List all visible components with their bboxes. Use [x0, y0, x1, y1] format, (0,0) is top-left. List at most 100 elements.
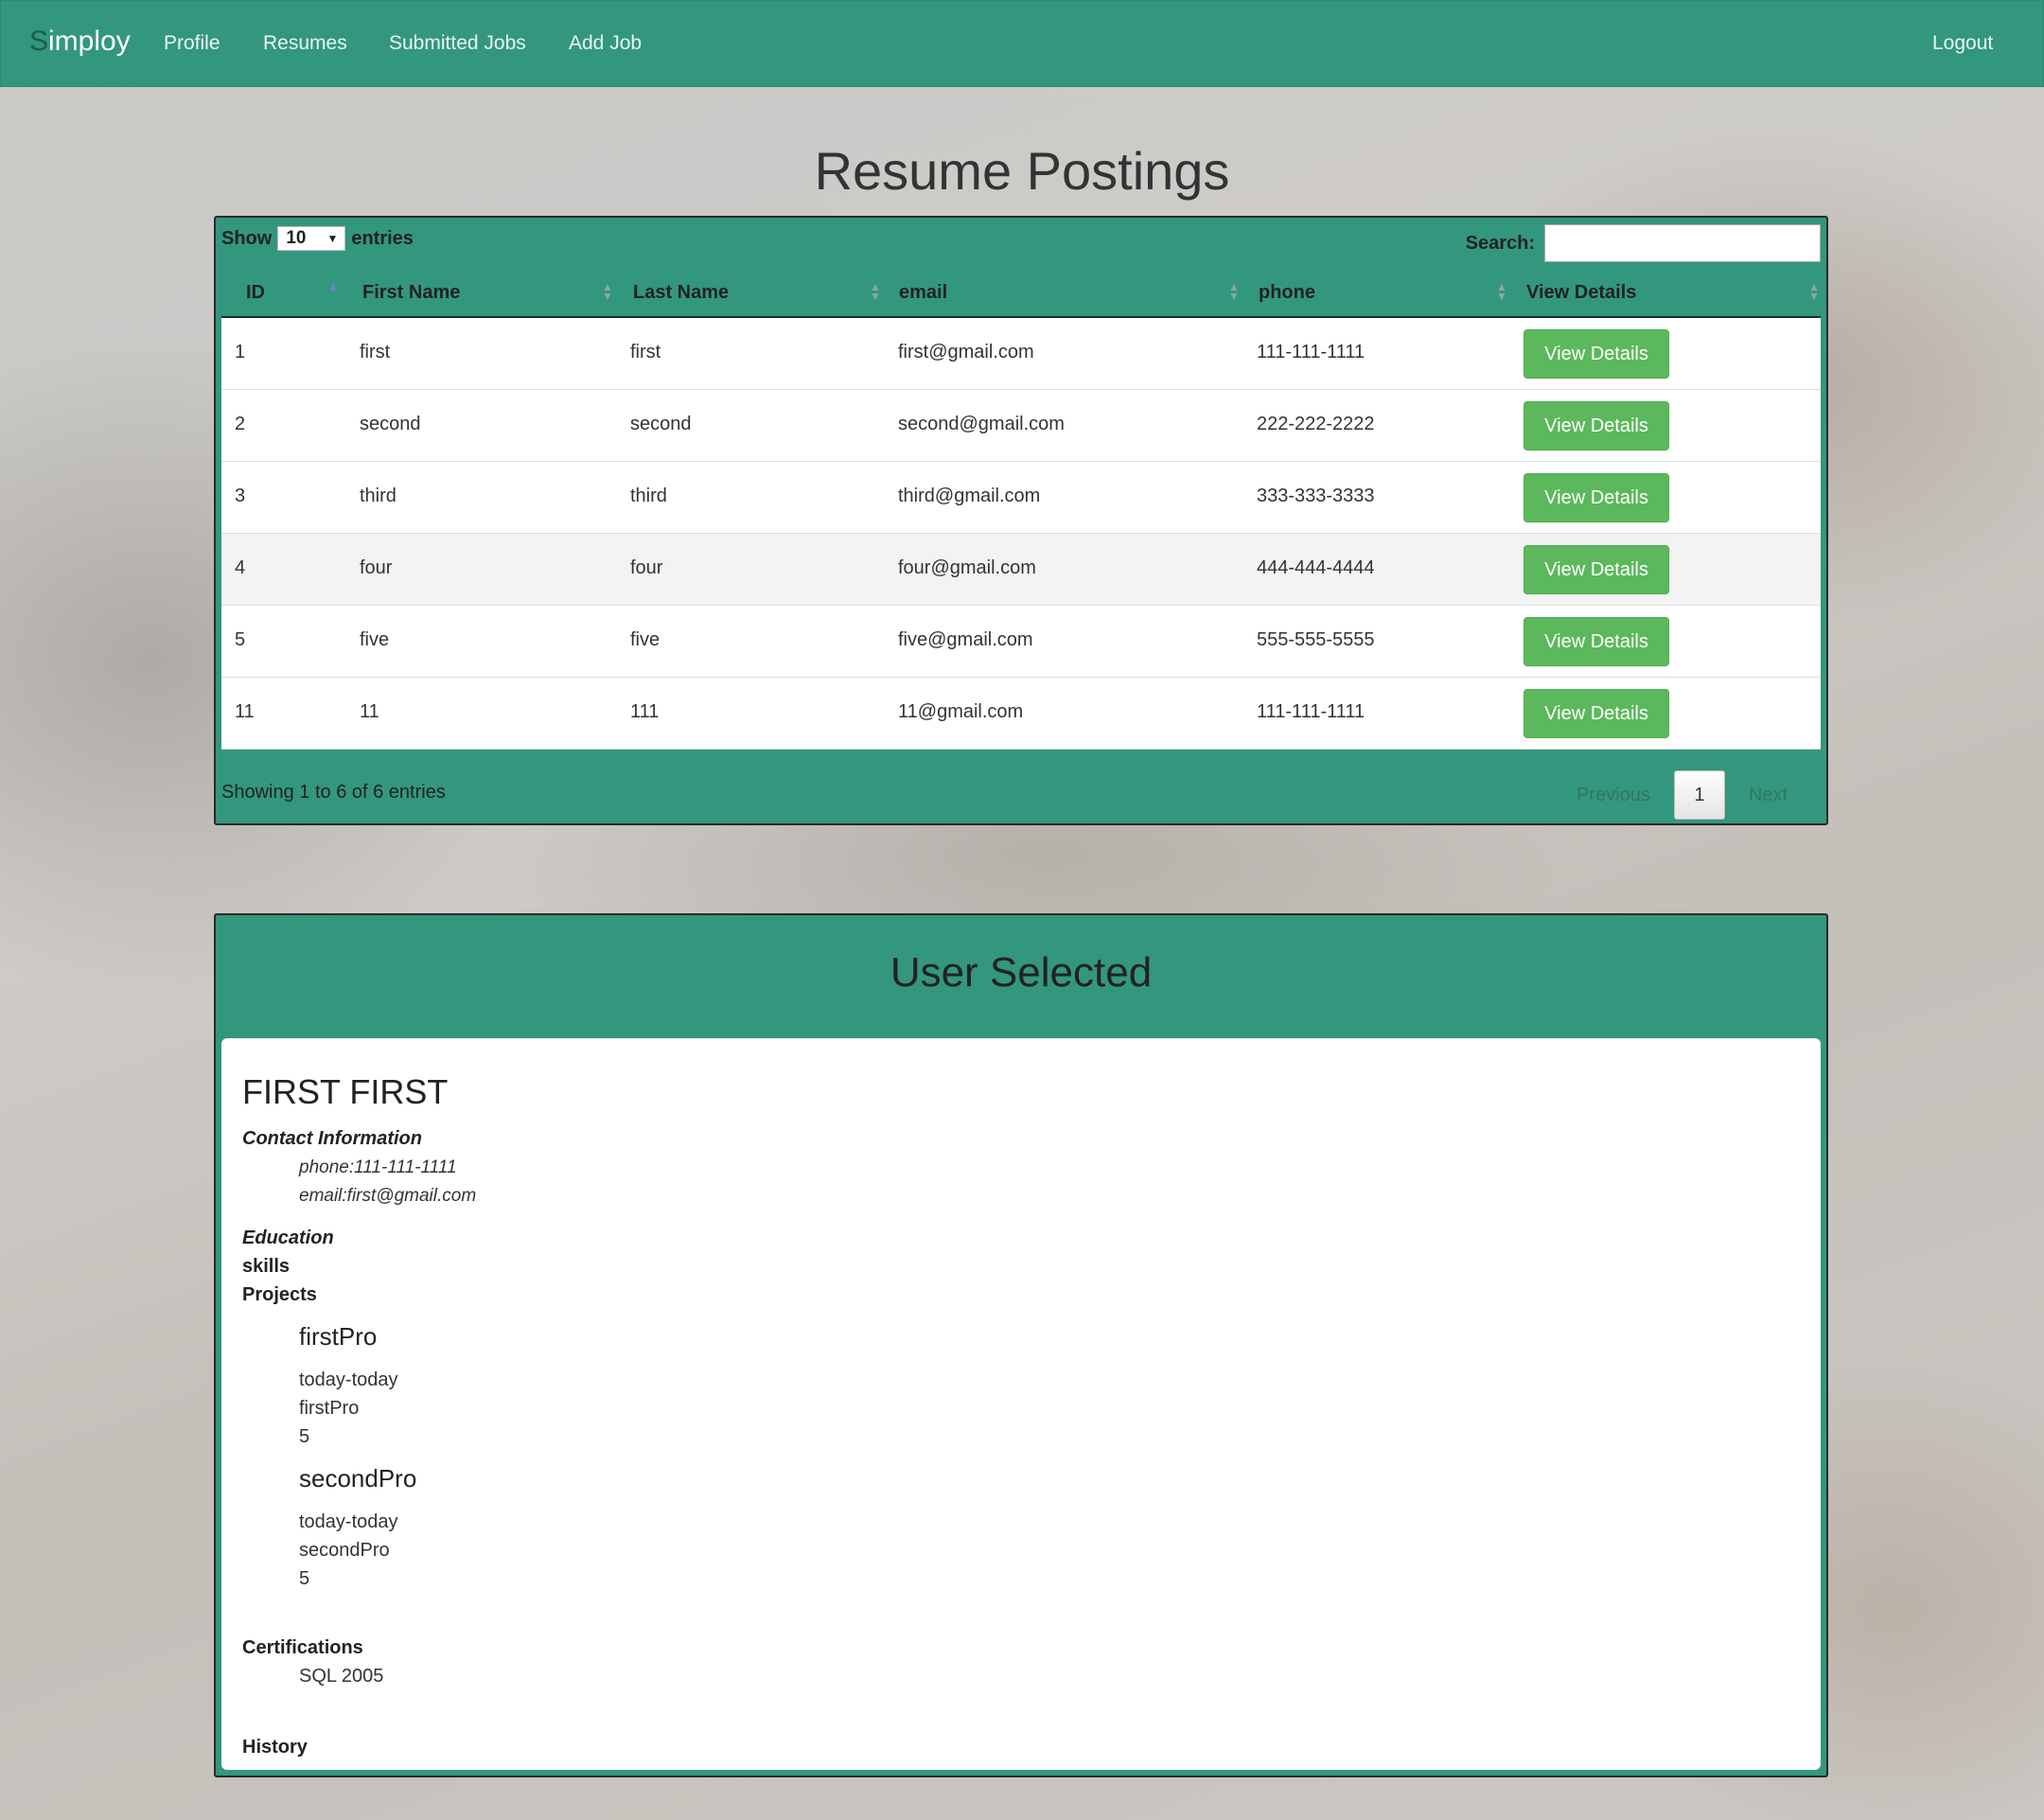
candidate-name: FIRST FIRST — [242, 1072, 449, 1111]
cell-first-name: second — [360, 414, 421, 434]
resume-detail: FIRST FIRST Contact Information phone:11… — [221, 1038, 1821, 1770]
cell-email: third@gmail.com — [898, 486, 1041, 506]
search-label: Search: — [1465, 232, 1535, 254]
cell-phone: 555-555-5555 — [1257, 629, 1375, 650]
contact-email: email:first@gmail.com — [299, 1186, 477, 1206]
cell-id: 5 — [235, 629, 246, 650]
nav-link-profile[interactable]: Profile — [164, 32, 220, 55]
cell-id: 11 — [235, 701, 255, 722]
cell-phone: 111-111-1111 — [1257, 701, 1366, 722]
cell-phone: 444-444-4444 — [1257, 557, 1375, 578]
cell-last-name: first — [630, 342, 661, 362]
project-name: firstPro — [299, 1322, 378, 1351]
column-header-last-name[interactable]: Last Name — [633, 282, 729, 304]
cell-last-name: third — [630, 486, 667, 506]
project-value: 5 — [299, 1568, 310, 1589]
cell-first-name: third — [360, 486, 396, 506]
certification-item: SQL 2005 — [299, 1666, 384, 1687]
sort-icon[interactable]: ▲ ▼ — [870, 281, 881, 302]
entries-label: entries — [351, 227, 414, 249]
project-description: secondPro — [299, 1540, 390, 1561]
project-dates: today-today — [299, 1511, 398, 1532]
cell-email: first@gmail.com — [898, 342, 1034, 362]
project-description: firstPro — [299, 1398, 360, 1419]
view-details-button[interactable]: View Details — [1524, 545, 1669, 594]
cell-id: 3 — [235, 486, 246, 506]
cell-first-name: four — [360, 557, 393, 578]
sort-icon[interactable]: ▲ ▼ — [1808, 281, 1820, 302]
cell-phone: 111-111-1111 — [1257, 342, 1366, 362]
certifications-heading: Certifications — [242, 1637, 363, 1658]
table-row: 4 four four four@gmail.com 444-444-4444 … — [221, 534, 1821, 606]
length-value: 10 — [286, 228, 307, 248]
next-page-button[interactable]: Next — [1725, 785, 1811, 806]
view-details-button[interactable]: View Details — [1524, 329, 1669, 379]
table-row: 2 second second second@gmail.com 222-222… — [221, 390, 1821, 462]
cell-phone: 333-333-3333 — [1257, 486, 1375, 506]
page-button-1[interactable]: 1 — [1673, 770, 1725, 820]
table-row: 1 first first first@gmail.com 111-111-11… — [221, 318, 1821, 390]
column-header-phone[interactable]: phone — [1259, 282, 1315, 304]
cell-last-name: second — [630, 414, 692, 434]
pagination: Previous 1 Next — [1553, 770, 1811, 820]
cell-first-name: five — [360, 629, 390, 650]
cell-email: four@gmail.com — [898, 557, 1036, 578]
previous-page-button[interactable]: Previous — [1553, 785, 1674, 806]
brand-name: imploy — [48, 26, 131, 57]
sort-icon[interactable]: ▲ ▼ — [1496, 281, 1507, 302]
cell-id: 1 — [235, 342, 246, 362]
brand-initial: S — [29, 26, 49, 57]
projects-heading: Projects — [242, 1284, 317, 1305]
search-input[interactable] — [1544, 224, 1821, 262]
view-details-button[interactable]: View Details — [1524, 689, 1669, 738]
navbar: Simploy Profile Resumes Submitted Jobs A… — [0, 0, 2044, 87]
cell-email: five@gmail.com — [898, 629, 1033, 650]
table-body: 1 first first first@gmail.com 111-111-11… — [221, 318, 1821, 750]
table-row: 3 third third third@gmail.com 333-333-33… — [221, 462, 1821, 534]
sort-icon[interactable]: ▲ — [327, 281, 339, 292]
user-selected-panel: User Selected FIRST FIRST Contact Inform… — [214, 913, 1828, 1777]
page-title: Resume Postings — [814, 141, 1230, 201]
education-heading: Education — [242, 1228, 334, 1248]
cell-first-name: first — [360, 342, 391, 362]
project-value: 5 — [299, 1426, 310, 1447]
cell-last-name: five — [630, 629, 661, 650]
history-heading: History — [242, 1737, 308, 1758]
cell-last-name: 111 — [630, 701, 660, 722]
cell-phone: 222-222-2222 — [1257, 414, 1375, 434]
sort-icon[interactable]: ▲ ▼ — [602, 281, 613, 302]
contact-heading: Contact Information — [242, 1128, 422, 1149]
user-selected-title: User Selected — [890, 949, 1153, 996]
view-details-button[interactable]: View Details — [1524, 401, 1669, 451]
view-details-button[interactable]: View Details — [1524, 473, 1669, 522]
length-control: Show 10 ▼ entries — [221, 226, 414, 251]
sort-icon[interactable]: ▲ ▼ — [1228, 281, 1240, 302]
table-info: Showing 1 to 6 of 6 entries — [221, 782, 446, 803]
column-header-first-name[interactable]: First Name — [362, 282, 460, 304]
brand-logo[interactable]: Simploy — [29, 26, 131, 58]
cell-id: 2 — [235, 414, 246, 434]
cell-last-name: four — [630, 557, 663, 578]
resume-table-panel: Show 10 ▼ entries Search: ID ▲ First Nam… — [214, 216, 1828, 825]
cell-id: 4 — [235, 557, 246, 578]
cell-first-name: 11 — [360, 701, 379, 722]
logout-link[interactable]: Logout — [1932, 32, 1993, 55]
project-name: secondPro — [299, 1464, 417, 1493]
nav-link-submitted-jobs[interactable]: Submitted Jobs — [389, 32, 526, 55]
column-header-view-details[interactable]: View Details — [1526, 282, 1636, 304]
chevron-down-icon: ▼ — [326, 232, 339, 245]
table-row: 5 five five five@gmail.com 555-555-5555 … — [221, 606, 1821, 678]
contact-phone: phone:111-111-1111 — [299, 1157, 457, 1177]
column-header-email[interactable]: email — [899, 282, 947, 304]
table-row: 11 11 111 11@gmail.com 111-111-1111 View… — [221, 678, 1821, 750]
nav-link-add-job[interactable]: Add Job — [569, 32, 642, 55]
table-header: ID ▲ First Name ▲ ▼ Last Name ▲ ▼ email ▲ ▼… — [221, 271, 1821, 318]
cell-email: 11@gmail.com — [898, 701, 1024, 722]
view-details-button[interactable]: View Details — [1524, 617, 1669, 666]
entries-length-select[interactable]: 10 ▼ — [277, 226, 346, 251]
column-header-id[interactable]: ID — [246, 282, 265, 304]
cell-email: second@gmail.com — [898, 414, 1065, 434]
nav-link-resumes[interactable]: Resumes — [263, 32, 347, 55]
search-control: Search: — [1466, 224, 1821, 262]
show-label: Show — [221, 227, 273, 249]
